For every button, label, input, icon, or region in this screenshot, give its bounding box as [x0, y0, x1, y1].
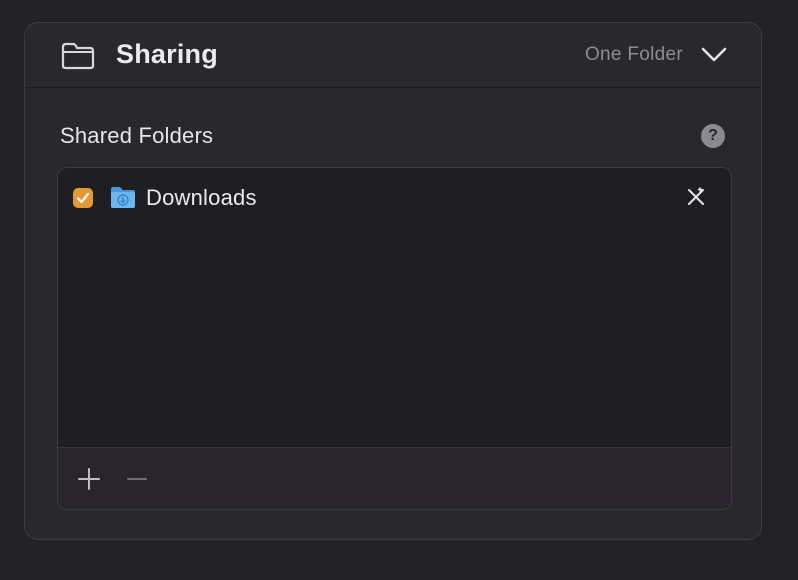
shared-folders-list: Downloads	[57, 167, 732, 510]
list-item[interactable]: Downloads	[58, 178, 731, 218]
chevron-down-icon[interactable]	[700, 43, 728, 65]
shared-folders-title: Shared Folders	[60, 123, 214, 148]
folder-name: Downloads	[146, 185, 257, 210]
folder-list: Downloads	[58, 168, 731, 447]
checkmark-icon	[76, 192, 90, 204]
list-footer	[58, 447, 731, 509]
minus-icon[interactable]	[124, 466, 150, 492]
downloads-checkbox[interactable]	[73, 188, 93, 208]
sharing-panel: Sharing One Folder Shared Folders ? Down…	[24, 22, 762, 540]
downloads-folder-icon	[111, 187, 135, 208]
plus-icon[interactable]	[76, 466, 102, 492]
header-summary: One Folder	[584, 44, 683, 65]
sharing-header[interactable]: Sharing One Folder	[25, 23, 761, 88]
folder-outline-icon	[61, 42, 95, 70]
remove-icon[interactable]	[685, 186, 707, 208]
help-button[interactable]: ?	[701, 124, 725, 148]
header-title: Sharing	[116, 39, 218, 69]
